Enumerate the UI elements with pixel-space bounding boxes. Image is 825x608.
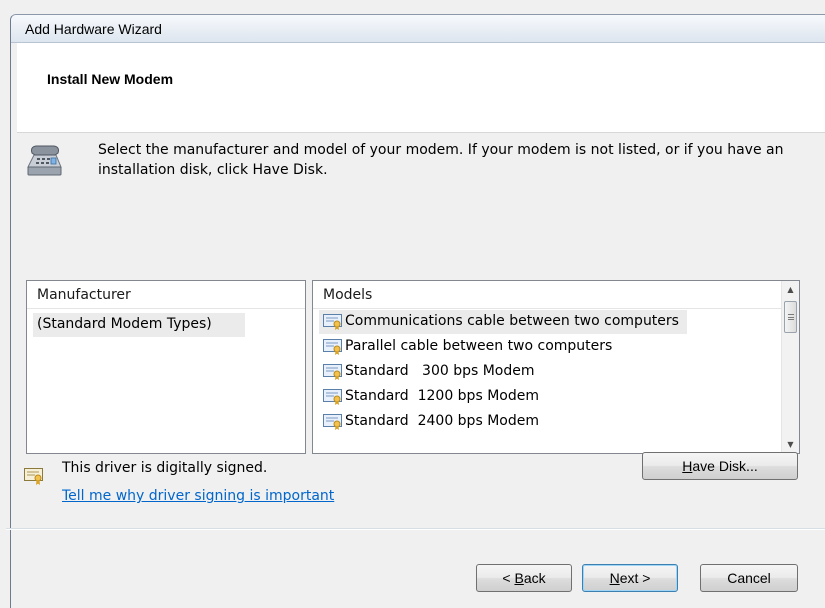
model-item-label: Communications cable between two compute… xyxy=(345,313,679,329)
window-title: Add Hardware Wizard xyxy=(25,21,162,37)
have-disk-button[interactable]: Have Disk... xyxy=(642,452,798,480)
next-button[interactable]: Next > xyxy=(582,564,678,592)
signed-driver-certificate-icon xyxy=(24,468,43,485)
manufacturer-column-header: Manufacturer xyxy=(27,281,305,309)
have-disk-label: Have Disk... xyxy=(682,458,757,474)
modem-phone-icon xyxy=(27,145,62,176)
label-rest: ext > xyxy=(619,570,651,586)
accel-key: B xyxy=(514,570,524,586)
models-items: Communications cable between two compute… xyxy=(313,310,781,453)
instructions-text: Select the manufacturer and model of you… xyxy=(98,142,784,178)
models-column-header: Models xyxy=(313,281,781,309)
certificate-icon xyxy=(323,364,342,380)
scroll-up-arrow-icon[interactable]: ▲ xyxy=(782,281,799,298)
certificate-icon xyxy=(323,339,342,355)
signing-status-text: This driver is digitally signed. xyxy=(62,460,268,476)
certificate-icon xyxy=(323,414,342,430)
model-item-label: Standard 2400 bps Modem xyxy=(345,413,539,429)
manufacturer-listbox[interactable]: Manufacturer (Standard Modem Types) xyxy=(26,280,306,454)
model-item-label: Parallel cable between two computers xyxy=(345,338,613,354)
model-item[interactable]: Parallel cable between two computers xyxy=(319,335,620,359)
thumb-grip xyxy=(788,314,794,320)
model-item[interactable]: Standard 300 bps Modem xyxy=(319,360,543,384)
models-listbox[interactable]: Models Communications cable between two … xyxy=(312,280,800,454)
manufacturer-item[interactable]: (Standard Modem Types) xyxy=(33,313,245,337)
accel-key: H xyxy=(682,458,693,474)
scroll-down-arrow-icon[interactable]: ▼ xyxy=(782,436,799,453)
scrollbar-thumb[interactable] xyxy=(784,301,797,333)
driver-signing-link[interactable]: Tell me why driver signing is important xyxy=(62,488,334,504)
label-rest: ack xyxy=(523,570,546,586)
back-label: < Back xyxy=(502,570,545,586)
label-prefix: < xyxy=(502,570,515,586)
model-item-label: Standard 1200 bps Modem xyxy=(345,388,539,404)
model-item-label: Standard 300 bps Modem xyxy=(345,363,535,379)
certificate-icon xyxy=(323,389,342,405)
back-button[interactable]: < Back xyxy=(476,564,572,592)
wizard-header: Install New Modem xyxy=(17,43,825,133)
certificate-icon xyxy=(323,314,342,330)
models-scrollbar[interactable]: ▲ ▼ xyxy=(781,281,799,453)
model-item[interactable]: Standard 2400 bps Modem xyxy=(319,410,547,434)
label-rest: ave Disk... xyxy=(692,458,758,474)
accel-key: N xyxy=(609,570,620,586)
model-item[interactable]: Communications cable between two compute… xyxy=(319,310,687,334)
title-bar[interactable]: Add Hardware Wizard xyxy=(11,15,825,43)
footer-separator xyxy=(6,528,825,530)
page-title: Install New Modem xyxy=(47,71,174,87)
cancel-button[interactable]: Cancel xyxy=(700,564,798,592)
model-item[interactable]: Standard 1200 bps Modem xyxy=(319,385,547,409)
next-label: Next > xyxy=(610,570,651,586)
